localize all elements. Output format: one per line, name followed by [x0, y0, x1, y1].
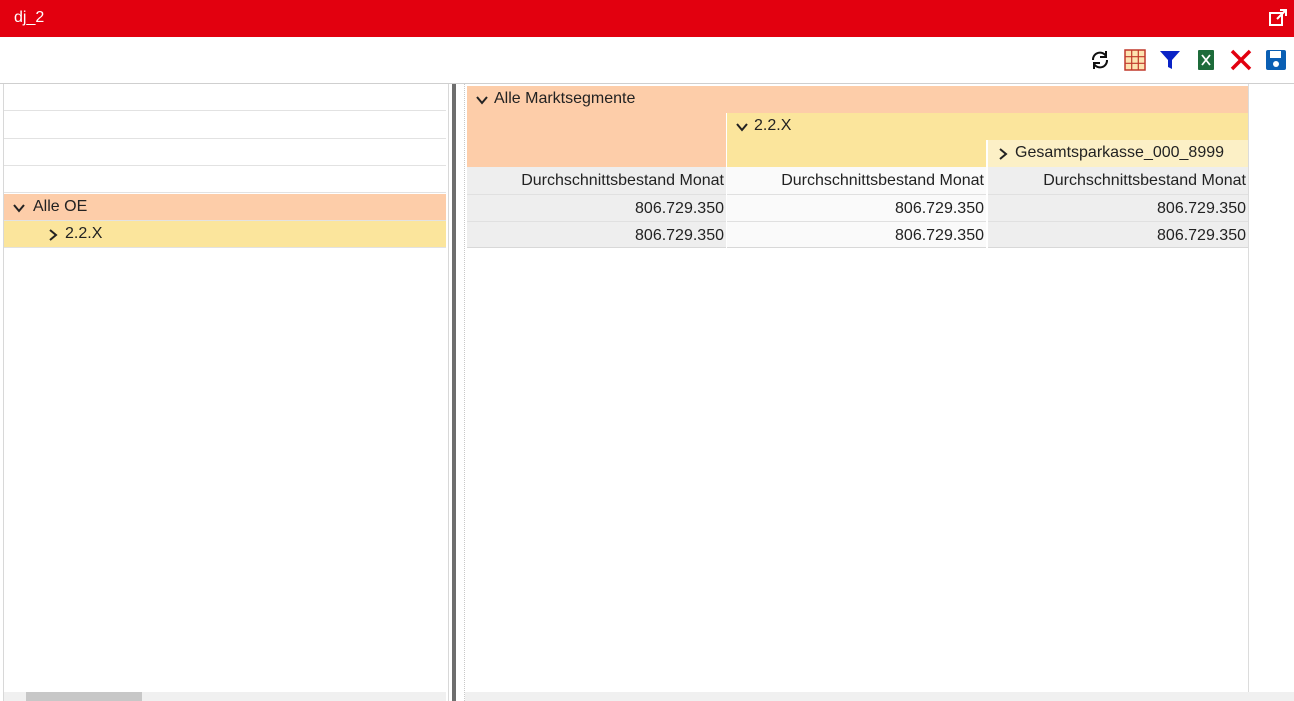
data-cell[interactable]: 806.729.350	[988, 221, 1248, 248]
column-node-2-2-x[interactable]: 2.2.X	[727, 113, 1248, 140]
row-node-label: 2.2.X	[65, 225, 103, 242]
external-link-icon[interactable]	[1268, 8, 1288, 28]
filter-icon[interactable]	[1158, 48, 1182, 72]
column-node-label: Gesamtsparkasse_000_8999	[1015, 144, 1225, 161]
left-horizontal-scrollbar[interactable]	[4, 692, 446, 701]
data-cell[interactable]: 806.729.350	[727, 194, 986, 221]
row-node-alle-oe[interactable]: Alle OE	[4, 194, 446, 221]
right-horizontal-scrollbar[interactable]	[465, 692, 1294, 701]
chevron-down-icon[interactable]	[12, 201, 26, 215]
refresh-icon[interactable]	[1088, 48, 1112, 72]
row-node-2-2-x[interactable]: 2.2.X	[4, 221, 446, 248]
row-header-empty	[4, 166, 446, 193]
save-icon[interactable]	[1264, 48, 1288, 72]
data-grid-pane: Alle Marktsegmente 2.2.X Gesamtsparkasse…	[464, 84, 1294, 701]
column-node-gesamtsparkasse[interactable]: Gesamtsparkasse_000_8999	[988, 140, 1248, 167]
close-icon[interactable]	[1229, 48, 1253, 72]
measure-header[interactable]: Durchschnittsbestand Monat	[727, 167, 986, 194]
row-header-empty	[4, 139, 446, 166]
toolbar	[0, 37, 1294, 84]
column-node-alle-marktsegmente[interactable]: Alle Marktsegmente	[467, 86, 1248, 113]
column-node-label: Alle Marktsegmente	[494, 90, 636, 107]
measure-header[interactable]: Durchschnittsbestand Monat	[988, 167, 1248, 194]
chevron-down-icon[interactable]	[735, 120, 749, 134]
title-bar: dj_2	[0, 0, 1294, 37]
row-header-empty	[4, 112, 446, 139]
excel-export-icon[interactable]	[1194, 48, 1218, 72]
column-node-label: 2.2.X	[754, 117, 792, 134]
data-cell[interactable]: 806.729.350	[467, 194, 726, 221]
chevron-right-icon[interactable]	[46, 228, 60, 242]
grid-right-border	[1248, 84, 1249, 692]
data-cell[interactable]: 806.729.350	[467, 221, 726, 248]
window-title: dj_2	[14, 9, 45, 26]
pane-splitter[interactable]	[452, 84, 458, 701]
chevron-right-icon[interactable]	[996, 147, 1010, 161]
data-cell[interactable]: 806.729.350	[727, 221, 986, 248]
data-cell[interactable]: 806.729.350	[988, 194, 1248, 221]
chevron-down-icon[interactable]	[475, 93, 489, 107]
table-grid-icon[interactable]	[1123, 48, 1147, 72]
column-header-spacer	[467, 140, 726, 167]
scrollbar-thumb[interactable]	[26, 692, 142, 701]
row-header-pane: Alle OE 2.2.X	[3, 84, 449, 701]
measure-header[interactable]: Durchschnittsbestand Monat	[467, 167, 726, 194]
row-header-empty	[4, 84, 446, 111]
column-header-spacer	[727, 140, 986, 167]
column-header-spacer	[467, 113, 726, 140]
row-node-label: Alle OE	[33, 198, 88, 215]
